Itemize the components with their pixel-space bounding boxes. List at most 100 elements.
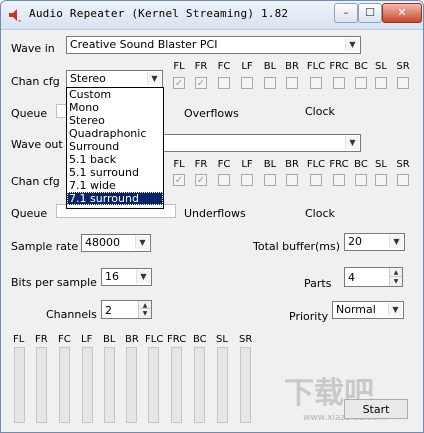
vu-label-fr: FR xyxy=(35,334,48,345)
chan-cfg-in-label: Chan cfg xyxy=(11,75,60,88)
dropdown-option-5-1-back[interactable]: 5.1 back xyxy=(67,153,163,166)
channel-checkbox[interactable]: ✓ xyxy=(195,174,207,186)
vu-label-fl: FL xyxy=(13,334,25,345)
channel-checkbox[interactable] xyxy=(375,77,387,89)
spin-down-icon[interactable]: ▼ xyxy=(389,276,402,286)
start-button[interactable]: Start xyxy=(344,399,408,419)
channel-checkbox[interactable] xyxy=(241,174,253,186)
bits-per-sample-value: 16 xyxy=(105,270,119,283)
channel-label-fl: FL xyxy=(173,61,185,72)
queue-in-label: Queue xyxy=(11,107,48,120)
underflows-label: Underflows xyxy=(184,207,246,220)
channel-label-lf: LF xyxy=(241,159,253,170)
minimize-button[interactable]: – xyxy=(334,3,358,23)
dropdown-option-5-1-surround[interactable]: 5.1 surround xyxy=(67,166,163,179)
chevron-down-icon: ▼ xyxy=(389,235,403,248)
vu-meter xyxy=(240,347,251,423)
dropdown-option-7-1-surround[interactable]: 7.1 surround xyxy=(67,192,163,205)
dropdown-option-stereo[interactable]: Stereo xyxy=(67,114,163,127)
minimize-icon: – xyxy=(343,6,349,19)
channel-label-bl: BL xyxy=(263,61,277,72)
bits-per-sample-select[interactable]: 16 ▼ xyxy=(101,268,152,286)
maximize-button[interactable]: ☐ xyxy=(358,3,382,23)
channel-label-flc: FLC xyxy=(306,61,326,72)
priority-label: Priority xyxy=(289,310,329,323)
dropdown-option-7-1-wide[interactable]: 7.1 wide xyxy=(67,179,163,192)
sample-rate-select[interactable]: 48000 ▼ xyxy=(81,234,151,252)
title-bar[interactable]: Audio Repeater (Kernel Streaming) 1.82 –… xyxy=(1,1,423,30)
wave-in-label: Wave in xyxy=(11,42,55,55)
vu-meter xyxy=(82,347,93,423)
channel-checkbox[interactable] xyxy=(286,77,298,89)
channel-checkbox[interactable] xyxy=(264,174,276,186)
channels-label: Channels xyxy=(46,308,97,321)
priority-value: Normal xyxy=(336,303,376,316)
channel-checkbox[interactable] xyxy=(264,77,276,89)
dropdown-option-surround[interactable]: Surround xyxy=(67,140,163,153)
chan-cfg-in-select[interactable]: Stereo ▼ xyxy=(66,70,163,88)
dropdown-option-quadraphonic[interactable]: Quadraphonic xyxy=(67,127,163,140)
wave-in-value: Creative Sound Blaster PCI xyxy=(70,38,218,51)
sample-rate-value: 48000 xyxy=(85,236,120,249)
vu-meter xyxy=(126,347,137,423)
vu-label-sl: SL xyxy=(216,334,228,345)
channel-label-fl: FL xyxy=(173,159,185,170)
channel-label-frc: FRC xyxy=(329,159,349,170)
chevron-down-icon: ▼ xyxy=(136,270,150,283)
total-buffer-value: 20 xyxy=(348,235,362,248)
vu-meter xyxy=(14,347,25,423)
clock-in-label: Clock xyxy=(305,105,335,118)
app-window: Audio Repeater (Kernel Streaming) 1.82 –… xyxy=(0,0,424,433)
vu-meter xyxy=(194,347,205,423)
total-buffer-select[interactable]: 20 ▼ xyxy=(344,233,405,251)
channel-label-fr: FR xyxy=(194,159,208,170)
vu-meter xyxy=(171,347,182,423)
vu-label-sr: SR xyxy=(239,334,253,345)
channel-checkbox[interactable] xyxy=(310,77,322,89)
vu-meter xyxy=(217,347,228,423)
spin-down-icon[interactable]: ▼ xyxy=(138,308,151,318)
chan-cfg-in-value: Stereo xyxy=(70,72,106,85)
close-icon: ✕ xyxy=(397,6,407,19)
channel-label-flc: FLC xyxy=(306,159,326,170)
queue-out-label: Queue xyxy=(11,207,48,220)
channel-label-fr: FR xyxy=(194,61,208,72)
speaker-icon xyxy=(9,9,21,22)
priority-select[interactable]: Normal ▼ xyxy=(332,301,404,319)
channel-checkbox[interactable] xyxy=(333,174,345,186)
parts-label: Parts xyxy=(304,277,332,290)
window-title: Audio Repeater (Kernel Streaming) 1.82 xyxy=(29,7,289,20)
channel-label-fc: FC xyxy=(217,61,231,72)
vu-label-frc: FRC xyxy=(167,334,187,345)
channel-checkbox[interactable] xyxy=(397,77,409,89)
vu-label-lf: LF xyxy=(81,334,93,345)
vu-label-bl: BL xyxy=(103,334,116,345)
channel-label-frc: FRC xyxy=(329,61,349,72)
channel-checkbox[interactable] xyxy=(355,77,367,89)
dropdown-option-mono[interactable]: Mono xyxy=(67,101,163,114)
dropdown-option-custom[interactable]: Custom xyxy=(67,88,163,101)
chan-cfg-out-label: Chan cfg xyxy=(11,175,60,188)
close-button[interactable]: ✕ xyxy=(382,3,422,23)
channel-checkbox[interactable] xyxy=(218,174,230,186)
channel-checkbox[interactable]: ✓ xyxy=(173,77,185,89)
wave-out-label: Wave out xyxy=(11,138,63,151)
channel-checkbox[interactable]: ✓ xyxy=(173,174,185,186)
channels-value: 2 xyxy=(105,304,112,317)
channel-checkbox[interactable] xyxy=(310,174,322,186)
channel-checkbox[interactable] xyxy=(397,174,409,186)
channel-checkbox[interactable] xyxy=(241,77,253,89)
wave-in-select[interactable]: Creative Sound Blaster PCI ▼ xyxy=(66,36,361,54)
channel-checkbox[interactable] xyxy=(375,174,387,186)
parts-spinner[interactable]: 4 ▲ ▼ xyxy=(344,267,403,287)
vu-label-bc: BC xyxy=(193,334,207,345)
channels-spinner[interactable]: 2 ▲ ▼ xyxy=(101,300,152,319)
channel-checkbox[interactable] xyxy=(218,77,230,89)
channel-checkbox[interactable] xyxy=(355,174,367,186)
channel-checkbox[interactable] xyxy=(333,77,345,89)
chevron-down-icon: ▼ xyxy=(147,72,161,85)
channel-checkbox[interactable]: ✓ xyxy=(195,77,207,89)
vu-label-br: BR xyxy=(125,334,139,345)
bits-per-sample-label: Bits per sample xyxy=(11,276,97,289)
channel-checkbox[interactable] xyxy=(286,174,298,186)
